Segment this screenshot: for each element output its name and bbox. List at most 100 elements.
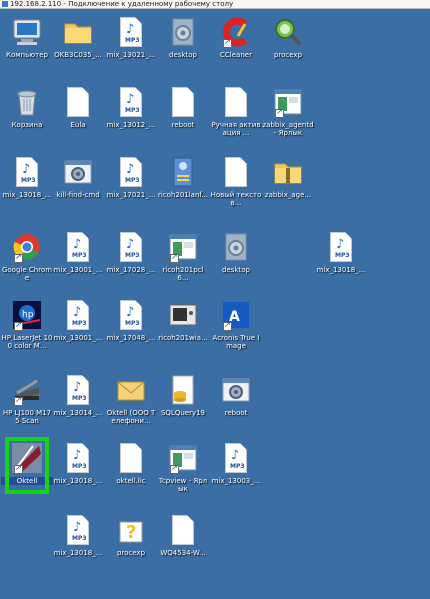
desktop-icon-label: Acronis True Image: [212, 334, 260, 350]
shortcut-arrow-icon: [223, 320, 232, 331]
device-icon: [167, 299, 199, 331]
document-icon: [167, 514, 199, 546]
desktop-icon-mix-13018[interactable]: ♪ MP3 mix_13018_...: [52, 514, 104, 557]
zipfolder-icon: [272, 156, 304, 188]
gearwin-icon: [220, 374, 252, 406]
network-icon: [167, 156, 199, 188]
desktop-icon-mix-13001[interactable]: ♪ MP3 mix_13001_...: [52, 231, 104, 274]
desktop-icon-mix-13014[interactable]: ♪ MP3 mix_13014_...: [52, 374, 104, 417]
mp3-file-icon: ♪ MP3: [220, 442, 252, 474]
desktop-icon-oktell-lic[interactable]: oktell.lic: [105, 442, 157, 485]
desktop-icon-label: reboot: [171, 121, 195, 129]
mp3-file-icon: ♪ MP3: [11, 156, 43, 188]
desktop-icon-label: mix_13018_...: [2, 191, 52, 199]
remote-desktop-titlebar[interactable]: 192.168.2.110 - Подключение к удаленному…: [0, 0, 430, 9]
desktop-icon-procexp[interactable]: procexp: [262, 16, 314, 59]
desktop-icon-label: mix_13014_...: [53, 409, 103, 417]
desktop-icon-procexp[interactable]: ? procexp: [105, 514, 157, 557]
mail-icon: [115, 374, 147, 406]
gearwin-icon: [62, 156, 94, 188]
desktop-icon-reboot[interactable]: reboot: [210, 374, 262, 417]
desktop-icon-label: ricoh201wia...: [158, 334, 208, 342]
desktop-icon-desktop[interactable]: desktop: [157, 16, 209, 59]
gear-icon: [220, 231, 252, 263]
shortcut-arrow-icon: [14, 252, 23, 263]
desktop-icon-google-chrome[interactable]: Google Chrome: [1, 231, 53, 282]
desktop-icon-label: HP LaserJet 100 color M...: [1, 334, 53, 350]
desktop-icon-label: Oktell (OOO Телефони...: [106, 409, 156, 425]
desktop-icon-mix-13001[interactable]: ♪ MP3 mix_13001_...: [52, 299, 104, 342]
window-icon: [272, 86, 304, 118]
desktop-icon-ccleaner[interactable]: CCleaner: [210, 16, 262, 59]
desktop-icon-label: HP LJ100 M175 Scan: [2, 409, 52, 425]
desktop-icon-ricoh201wia[interactable]: ricoh201wia...: [157, 299, 209, 342]
desktop-icon-okb3c035[interactable]: OKB3C035_...: [52, 16, 104, 59]
desktop-icon-label: mix_13021_...: [106, 51, 156, 59]
desktop-icon-wq4534-w[interactable]: WQ4534-W...: [157, 514, 209, 557]
acronis-icon: A: [220, 299, 252, 331]
desktop-icon-reboot[interactable]: reboot: [157, 86, 209, 129]
desktop-icon-label: Ручная активация ...: [211, 121, 261, 137]
desktop-icon-mix-17048[interactable]: ♪ MP3 mix_17048_...: [105, 299, 157, 342]
mp3-file-icon: ♪ MP3: [62, 514, 94, 546]
shortcut-arrow-icon: [14, 395, 23, 406]
desktop-icon-kill-find-cmd[interactable]: kill-find-cmd: [52, 156, 104, 199]
desktop-icon-ручная-активация[interactable]: Ручная активация ...: [210, 86, 262, 137]
desktop-icon-компьютер[interactable]: Компьютер: [1, 16, 53, 59]
desktop-icon-eula[interactable]: Eula: [52, 86, 104, 129]
desktop-icon-label: OKB3C035_...: [54, 51, 102, 59]
desktop-icon-hp-laserjet-100-color-m[interactable]: hp HP LaserJet 100 color M...: [1, 299, 53, 350]
desktop-icon-mix-13018[interactable]: ♪ MP3 mix_13018_...: [1, 156, 53, 199]
desktop-icon-label: mix_17021_...: [106, 191, 156, 199]
desktop-icon-label: zabbix_agentd - Ярлык: [262, 121, 314, 137]
desktop-icon-новый-текстов[interactable]: Новый текстов...: [210, 156, 262, 207]
desktop-icon-zabbix-agentd-ярлык[interactable]: zabbix_agentd - Ярлык: [262, 86, 314, 137]
desktop-icon-mix-13012[interactable]: ♪ MP3 mix_13012_...: [105, 86, 157, 129]
desktop-icon-mix-17021[interactable]: ♪ MP3 mix_17021_...: [105, 156, 157, 199]
desktop-icon-desktop[interactable]: desktop: [210, 231, 262, 274]
shortcut-arrow-icon: [223, 37, 232, 48]
procexp-icon: [272, 16, 304, 48]
desktop-icon-label: kill-find-cmd: [56, 191, 100, 199]
help-icon: ?: [115, 514, 147, 546]
desktop-icon-label: SQLQuery19: [160, 409, 206, 417]
desktop-icon-label: procexp: [273, 51, 303, 59]
desktop-icon-mix-13018[interactable]: ♪ MP3 mix_13018_...: [52, 442, 104, 485]
desktop-icon-ricoh201lanf[interactable]: ricoh201lanf...: [157, 156, 209, 199]
desktop-icon-acronis-true-image[interactable]: A Acronis True Image: [210, 299, 262, 350]
desktop-icon-oktell-ooo-телефони[interactable]: Oktell (OOO Телефони...: [105, 374, 157, 425]
desktop-icon-label: procexp: [116, 549, 146, 557]
folder-icon: [62, 16, 94, 48]
shortcut-arrow-icon: [170, 463, 179, 474]
desktop-icon-label: Tcpview - Ярлык: [158, 477, 208, 493]
desktop-icon-mix-17028[interactable]: ♪ MP3 mix_17028_...: [105, 231, 157, 274]
desktop-icon-ricoh201pcl6[interactable]: ricoh201pcl6...: [157, 231, 209, 282]
desktop-icon-label: oktell.lic: [116, 477, 146, 485]
desktop-icon-label: mix_13012_...: [106, 121, 156, 129]
desktop-icon-label: Новый текстов...: [210, 191, 262, 207]
desktop-icon-label: WQ4534-W...: [160, 549, 206, 557]
desktop-icon-label: mix_13018_...: [316, 266, 366, 274]
window-icon: [167, 442, 199, 474]
desktop-icon-mix-13021[interactable]: ♪ MP3 mix_13021_...: [105, 16, 157, 59]
desktop-icon-label: mix_17048_...: [106, 334, 156, 342]
document-icon: [62, 86, 94, 118]
desktop-icon-label: CCleaner: [220, 51, 252, 59]
desktop-icon-zabbix-age[interactable]: zabbix_age...: [262, 156, 314, 199]
desktop-icon-label: mix_13003_...: [211, 477, 261, 485]
desktop-icon-корзина[interactable]: Корзина: [1, 86, 53, 129]
rdp-icon: [2, 1, 8, 7]
desktop-icon-mix-13003[interactable]: ♪ MP3 mix_13003_...: [210, 442, 262, 485]
mp3-file-icon: ♪ MP3: [62, 231, 94, 263]
desktop-icon-tcpview-ярлык[interactable]: Tcpview - Ярлык: [157, 442, 209, 493]
mp3-file-icon: ♪ MP3: [115, 156, 147, 188]
sql-icon: [167, 374, 199, 406]
desktop-area[interactable]: Компьютер OKB3C035_... ♪ MP3 mix_13021_... de…: [0, 9, 430, 599]
svg-text:hp: hp: [22, 310, 34, 320]
desktop-icon-hp-lj100-m175-scan[interactable]: HP LJ100 M175 Scan: [1, 374, 53, 425]
desktop-icon-mix-13018[interactable]: ♪ MP3 mix_13018_...: [315, 231, 367, 274]
desktop-icon-sqlquery19[interactable]: SQLQuery19: [157, 374, 209, 417]
mp3-file-icon: ♪ MP3: [115, 86, 147, 118]
document-icon: [220, 156, 252, 188]
shortcut-arrow-icon: [170, 252, 179, 263]
